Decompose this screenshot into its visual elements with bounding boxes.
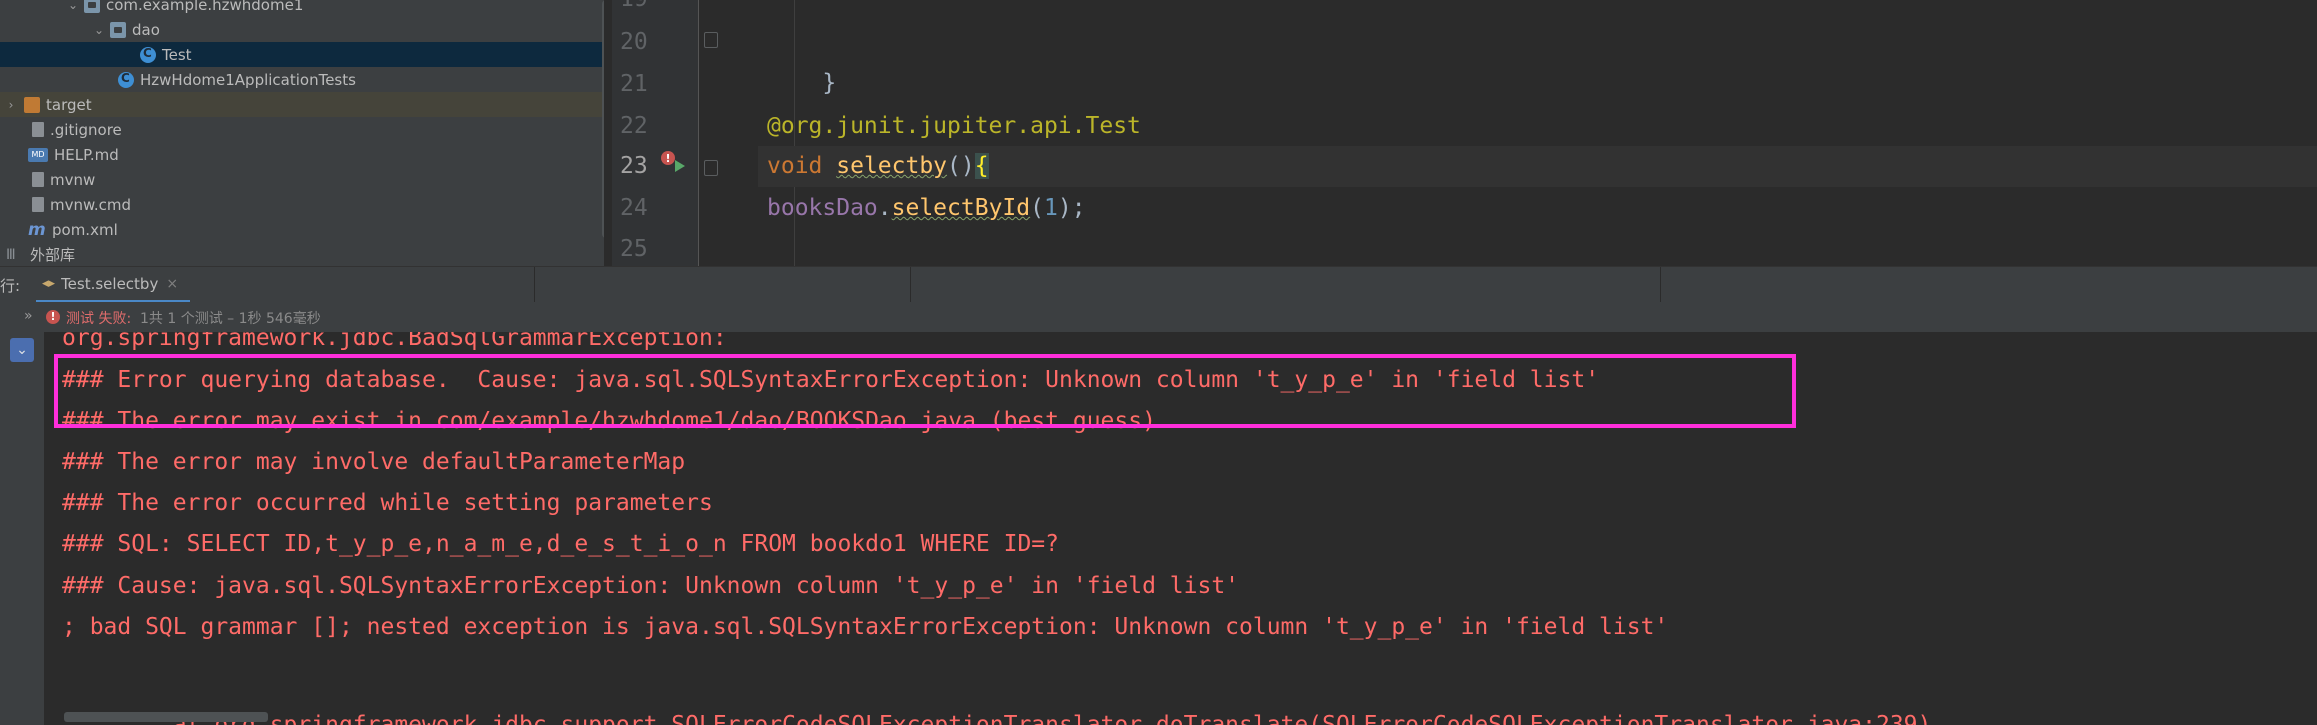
class-icon	[140, 46, 156, 63]
svg-text:!: !	[665, 152, 670, 165]
file-icon	[32, 197, 44, 212]
tree-item-label: com.example.hzwhdome1	[106, 0, 304, 14]
annotation-highlight-box	[54, 354, 1796, 428]
fold-icon[interactable]	[704, 160, 718, 176]
keyword-void: void	[767, 153, 837, 179]
method-call: selectById	[891, 195, 1031, 221]
line-number: 20	[620, 29, 648, 55]
run-label: 行:	[0, 277, 21, 295]
code-line-22: @org.junit.jupiter.api.Test	[767, 106, 1141, 147]
tree-item-mvnw-cmd[interactable]: mvnw.cmd	[0, 192, 604, 217]
line-number: 25	[620, 236, 648, 262]
file-icon	[32, 122, 44, 137]
console-line: ### SQL: SELECT ID,t_y_p_e,n_a_m_e,d_e_s…	[62, 531, 1059, 557]
expand-icon[interactable]: »	[24, 308, 33, 324]
test-summary: 1共 1 个测试 – 1秒 546毫秒	[140, 311, 321, 327]
package-icon	[84, 0, 100, 13]
gutter-divider	[698, 0, 699, 266]
file-icon	[32, 172, 44, 187]
method-name: selectby	[836, 153, 948, 179]
current-line-highlight	[758, 146, 2317, 187]
closing-brace: }	[822, 70, 837, 96]
annotation-prefix: @org.junit.jupiter.api.	[767, 113, 1086, 139]
tree-item-label: target	[46, 95, 92, 114]
tree-item-test[interactable]: Test	[0, 42, 604, 67]
library-icon: Ⅲ	[6, 246, 16, 263]
tree-item-package[interactable]: ⌄ com.example.hzwhdome1	[0, 0, 604, 17]
tree-item-gitignore[interactable]: .gitignore	[0, 117, 604, 142]
line-number: 21	[620, 71, 648, 97]
tree-item-external-libs[interactable]: Ⅲ 外部库	[0, 242, 604, 266]
fold-icon[interactable]	[704, 32, 718, 48]
folder-icon	[24, 96, 40, 113]
horizontal-scrollbar[interactable]	[64, 712, 268, 722]
open-paren: (	[1030, 195, 1044, 221]
tree-item-dao[interactable]: ⌄ dao	[0, 17, 604, 42]
tree-item-label: mvnw.cmd	[50, 195, 132, 214]
number-literal: 1	[1043, 195, 1058, 221]
field-booksdao: booksDao	[767, 195, 878, 221]
run-test-icon[interactable]: !	[659, 150, 689, 178]
tree-item-target[interactable]: › target	[0, 92, 604, 117]
run-tab-label: Test.selectby	[61, 274, 159, 293]
tree-item-label: HELP.md	[54, 145, 119, 164]
divider	[1660, 267, 1661, 303]
collapse-icon[interactable]: ⌄	[10, 338, 34, 362]
code-line-23: void selectby(){	[767, 146, 989, 187]
package-icon	[110, 21, 126, 38]
line-number-gutter: 19 20 21 22 23 24 25 !	[612, 0, 698, 266]
markdown-icon: MD	[28, 147, 48, 162]
divider	[534, 267, 535, 303]
code-line-24: booksDao.selectById(1);	[767, 188, 1086, 229]
tree-item-label: Test	[162, 45, 192, 64]
tree-item-label: dao	[132, 20, 160, 39]
tree-item-label: mvnw	[50, 170, 96, 189]
chevron-down-icon[interactable]: ⌄	[66, 0, 80, 12]
divider	[910, 267, 911, 303]
console-line: ; bad SQL grammar []; nested exception i…	[62, 614, 1669, 640]
tree-item-label: .gitignore	[50, 120, 122, 139]
line-number: 24	[620, 195, 648, 221]
console-line: ### The error occurred while setting par…	[62, 490, 713, 516]
run-tab-test-selectby[interactable]: ◂▸ Test.selectby ×	[36, 267, 190, 303]
tree-item-mvnw[interactable]: mvnw	[0, 167, 604, 192]
console-line: at org.springframework.jdbc.support.SQLE…	[173, 712, 1932, 725]
line-number: 22	[620, 113, 648, 139]
tree-item-help[interactable]: MD HELP.md	[0, 142, 604, 167]
maven-icon: m	[28, 219, 46, 240]
annotation-test: Test	[1085, 113, 1141, 139]
dot: .	[877, 195, 892, 221]
close-paren: );	[1057, 195, 1086, 221]
chevron-down-icon[interactable]: ⌄	[92, 23, 106, 37]
code-line-20: }	[767, 22, 836, 96]
tree-item-label: pom.xml	[52, 220, 118, 239]
test-failed-text: 测试 失败:	[66, 311, 132, 327]
console-output[interactable]: org.springframework.jdbc.BadSqlGrammarEx…	[44, 332, 2317, 725]
line-number: 19	[612, 0, 700, 20]
console-toolbar: ⌄	[0, 332, 44, 725]
open-brace: {	[974, 153, 989, 179]
test-status-bar: » ! 测试 失败: 1共 1 个测试 – 1秒 546毫秒	[0, 302, 2317, 332]
console-line: ### The error may involve defaultParamet…	[62, 449, 686, 475]
project-tree: ⌄ com.example.hzwhdome1 ⌄ dao Test HzwHd…	[0, 0, 604, 266]
tree-item-label: HzwHdome1ApplicationTests	[140, 70, 356, 89]
code-editor[interactable]: 19 20 21 22 23 24 25 ! } @org.junit.jupi…	[612, 0, 2317, 266]
parens: ()	[947, 153, 975, 179]
run-tab-bar: 行: ◂▸ Test.selectby ×	[0, 266, 2317, 304]
tree-item-pom[interactable]: m pom.xml	[0, 217, 604, 242]
error-icon: !	[46, 310, 60, 324]
chevron-right-icon[interactable]: ›	[4, 98, 18, 112]
tree-scrollbar[interactable]	[602, 0, 604, 238]
console-line: ### Cause: java.sql.SQLSyntaxErrorExcept…	[62, 573, 1240, 599]
tree-item-applicationtests[interactable]: HzwHdome1ApplicationTests	[0, 67, 604, 92]
tree-item-label: 外部库	[30, 246, 76, 264]
test-run-icon: ◂▸	[42, 276, 56, 291]
close-icon[interactable]: ×	[166, 276, 178, 292]
class-icon	[118, 71, 134, 88]
